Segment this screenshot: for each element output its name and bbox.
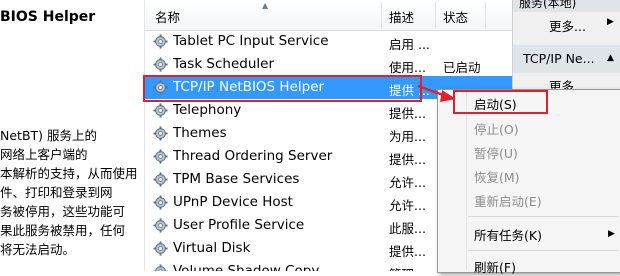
menu-item-stop[interactable]: 停止(O): [474, 119, 519, 138]
service-gear-icon: [153, 126, 168, 141]
service-gear-icon: [153, 34, 168, 49]
service-desc: 提供...: [389, 244, 426, 259]
service-name: Tablet PC Input Service: [173, 33, 329, 49]
table-row[interactable]: Tablet PC Input Service 启用 ...: [145, 30, 513, 53]
menu-gutter: [466, 92, 467, 270]
service-gear-icon: [153, 57, 168, 72]
sort-up-icon: ▲: [262, 1, 269, 10]
service-gear-icon: [153, 241, 168, 256]
column-divider[interactable]: [485, 2, 486, 28]
service-description: NetBT) 服务上的 网络上客户端的 本解析的支持，从而使用 件、打印和登录到…: [0, 126, 143, 259]
more-actions-link[interactable]: 更多... ▶: [513, 14, 620, 34]
service-desc: 允许...: [389, 198, 426, 213]
service-desc: 允许...: [389, 175, 426, 190]
column-header-name[interactable]: 名称: [155, 7, 180, 26]
service-name: UPnP Device Host: [173, 194, 293, 210]
service-gear-icon: [153, 264, 168, 271]
description-line: 网络上客户端的: [0, 147, 88, 162]
start-item-highlight: [453, 90, 548, 114]
menu-item-pause[interactable]: 暂停(U): [474, 143, 518, 162]
menu-item-resume[interactable]: 恢复(M): [474, 167, 520, 186]
service-gear-icon: [153, 195, 168, 210]
menu-item-restart[interactable]: 重新启动(E): [474, 191, 542, 210]
chevron-right-icon: ▶: [607, 17, 614, 27]
service-title: BIOS Helper: [0, 9, 96, 25]
menu-item-all-tasks[interactable]: 所有任务(K): [474, 225, 542, 244]
service-gear-icon: [153, 218, 168, 233]
description-line: NetBT) 服务上的: [0, 128, 98, 143]
actions-section-header[interactable]: TCP/IP Ne... ▲: [513, 45, 620, 73]
service-desc: 管理...: [389, 264, 426, 271]
column-divider[interactable]: [381, 2, 382, 28]
context-menu: 启动(S) 停止(O) 暂停(U) 恢复(M) 重新启动(E) 所有任务(K) …: [437, 89, 620, 276]
service-name: Telephony: [173, 102, 242, 118]
service-name: TPM Base Services: [173, 171, 300, 187]
submenu-arrow-icon: ▶: [608, 229, 615, 239]
column-header-status[interactable]: 状态: [443, 7, 468, 26]
service-desc: 此服...: [389, 221, 426, 236]
description-line: 本解析的支持，从而使用: [0, 166, 138, 181]
actions-section-header[interactable]: 服务(本地): [513, 0, 620, 12]
service-name: Virtual Disk: [173, 240, 251, 256]
menu-divider: [468, 216, 618, 217]
collapse-icon: ▲: [607, 53, 614, 63]
selected-row-highlight: [143, 75, 422, 102]
column-divider[interactable]: [435, 2, 436, 28]
table-header: ▲ 名称 描述 状态: [145, 0, 513, 31]
service-desc: 启用 ...: [389, 37, 430, 52]
description-line: 务被停用，这些功能可: [0, 204, 126, 219]
service-name: Task Scheduler: [173, 56, 275, 72]
description-line: 果此服务被禁用，任何: [0, 223, 126, 238]
service-gear-icon: [153, 149, 168, 164]
service-desc: 为用...: [389, 129, 426, 144]
table-row[interactable]: Task Scheduler 使用... 已启动: [145, 53, 513, 76]
annotation-arrow-icon: [417, 84, 456, 102]
service-name: Volume Shadow Copy: [173, 263, 320, 271]
service-desc: 使用...: [389, 60, 426, 75]
service-name: Thread Ordering Server: [173, 148, 333, 164]
description-line: 将无法启动。: [0, 242, 76, 257]
service-gear-icon: [153, 103, 168, 118]
service-status: 已启动: [443, 60, 481, 75]
service-name: User Profile Service: [173, 217, 305, 233]
service-name: Themes: [173, 125, 227, 141]
service-description-pane: BIOS Helper NetBT) 服务上的 网络上客户端的 本解析的支持，从…: [0, 0, 143, 271]
service-gear-icon: [153, 172, 168, 187]
column-header-desc[interactable]: 描述: [389, 7, 414, 26]
menu-item-refresh[interactable]: 刷新(F): [474, 257, 516, 276]
service-desc: 提供...: [389, 152, 426, 167]
description-line: 件、打印和登录到网: [0, 185, 113, 200]
menu-divider: [468, 250, 618, 251]
